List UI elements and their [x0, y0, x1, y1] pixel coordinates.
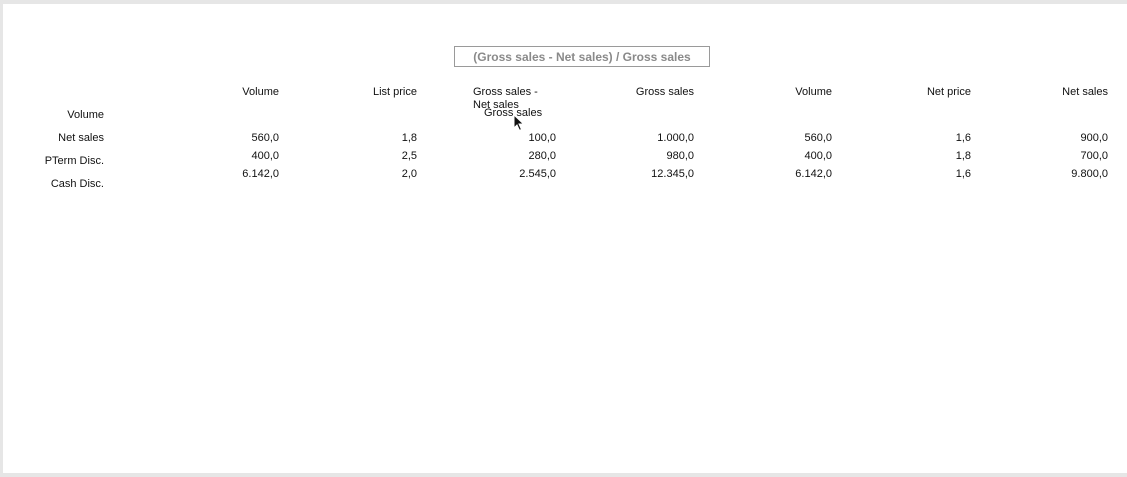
table-cell[interactable]: 6.142,0 [753, 168, 832, 181]
row-label-volume[interactable]: Volume [4, 109, 104, 122]
table-cell[interactable]: 2,5 [333, 150, 417, 163]
column-header-volume[interactable]: Volume [203, 86, 279, 99]
row-label-pterm-disc[interactable]: PTerm Disc. [4, 155, 104, 168]
column-header-gross-sales[interactable]: Gross sales [603, 86, 694, 99]
table-cell[interactable]: 2,0 [333, 168, 417, 181]
table-cell[interactable]: 1,6 [893, 132, 971, 145]
row-label-net-sales[interactable]: Net sales [4, 132, 104, 145]
table-cell[interactable]: 12.345,0 [603, 168, 694, 181]
table-cell[interactable]: 6.142,0 [203, 168, 279, 181]
table-cell[interactable]: 400,0 [753, 150, 832, 163]
column-header-net-sales[interactable]: Net sales [1023, 86, 1108, 99]
table-cell[interactable]: 980,0 [603, 150, 694, 163]
table-cell[interactable]: 1.000,0 [603, 132, 694, 145]
row-label-cash-disc[interactable]: Cash Disc. [4, 178, 104, 191]
table-cell[interactable]: 1,6 [893, 168, 971, 181]
formula-field[interactable]: (Gross sales - Net sales) / Gross sales [454, 46, 710, 67]
table-cell[interactable]: 100,0 [473, 132, 556, 145]
table-cell[interactable]: 1,8 [893, 150, 971, 163]
table-cell[interactable]: 560,0 [753, 132, 832, 145]
column-header-list-price[interactable]: List price [333, 86, 417, 99]
column-header-gross-minus-net-line1: Gross sales - [473, 86, 538, 98]
table-cell[interactable]: 700,0 [1023, 150, 1108, 163]
table-cell[interactable]: 9.800,0 [1023, 168, 1108, 181]
table-cell[interactable]: 280,0 [473, 150, 556, 163]
column-header-volume-2[interactable]: Volume [753, 86, 832, 99]
table-cell[interactable]: 2.545,0 [473, 168, 556, 181]
report-canvas: (Gross sales - Net sales) / Gross sales … [3, 4, 1127, 473]
column-header-net-price[interactable]: Net price [893, 86, 971, 99]
table-cell[interactable]: 1,8 [333, 132, 417, 145]
table-cell[interactable]: 400,0 [203, 150, 279, 163]
arrow-cursor-icon [513, 114, 525, 132]
table-cell[interactable]: 900,0 [1023, 132, 1108, 145]
table-cell[interactable]: 560,0 [203, 132, 279, 145]
